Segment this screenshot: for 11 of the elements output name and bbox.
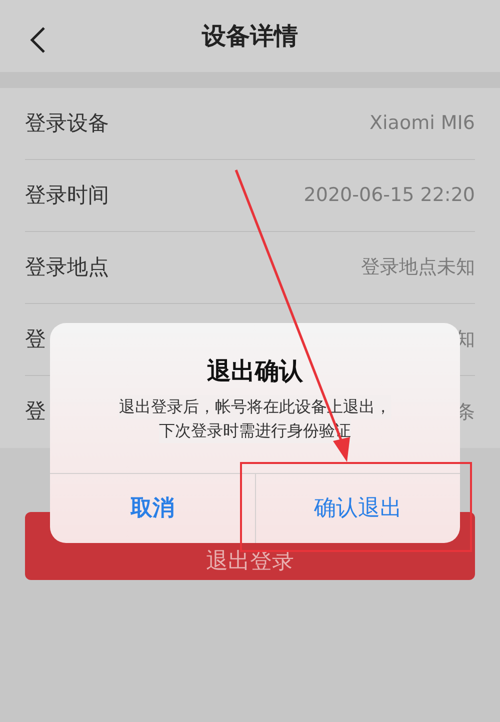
- row-label: 登: [25, 326, 46, 353]
- row-label: 登录设备: [25, 110, 109, 137]
- dialog-button[interactable]: 确认退出: [254, 474, 460, 543]
- page-title: 设备详情: [202, 21, 298, 52]
- row-value: Xiaomi MI6: [370, 111, 475, 136]
- row-value: 登录地点未知: [361, 255, 475, 280]
- row-label: 登: [25, 398, 46, 426]
- row-label: 登录地点: [25, 254, 109, 281]
- row-label: 登录时间: [25, 182, 109, 209]
- dialog-title: 退出确认: [207, 356, 303, 387]
- row-value: 2020-06-15 22:20: [304, 183, 475, 208]
